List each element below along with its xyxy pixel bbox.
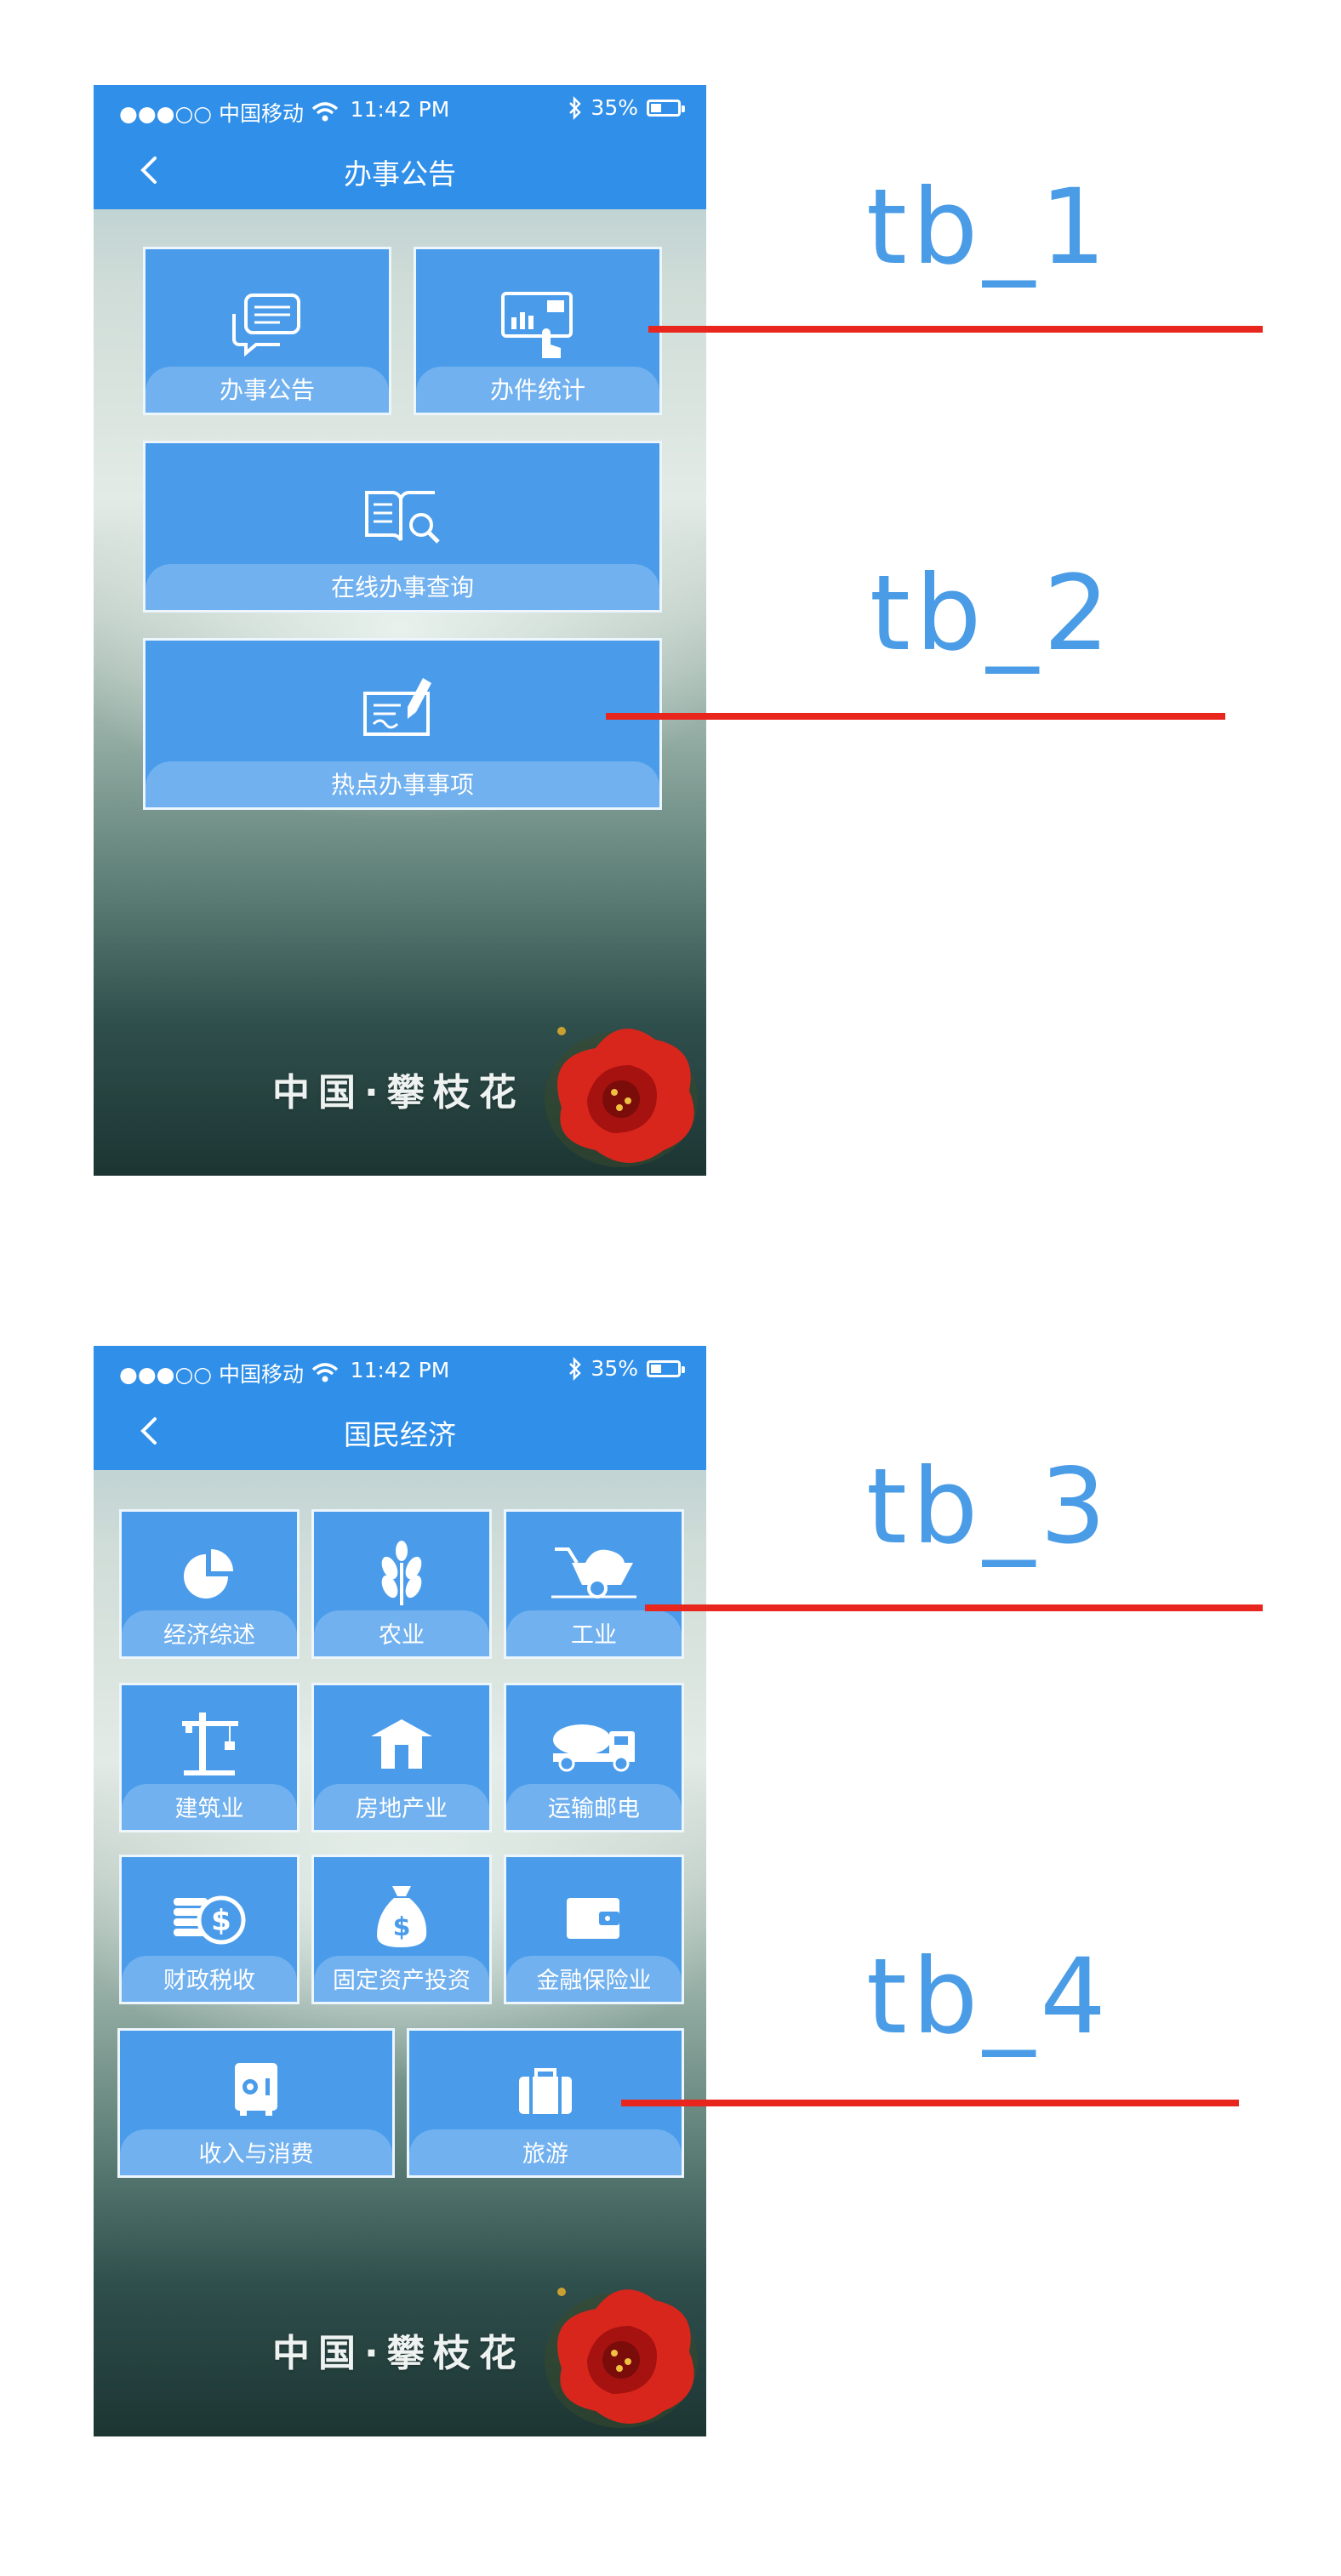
stats-touch-icon bbox=[501, 292, 573, 358]
tile-label: 办事公告 bbox=[219, 376, 315, 404]
tile-agriculture[interactable]: 农业 bbox=[311, 1509, 492, 1659]
annotation-tb-2: tb_2 bbox=[870, 553, 1115, 674]
nav-bar: 国民经济 bbox=[94, 1393, 706, 1470]
certificate-pen-icon bbox=[363, 678, 431, 736]
page-title: 国民经济 bbox=[344, 1418, 456, 1451]
tile-economy-overview[interactable]: 经济综述 bbox=[119, 1509, 300, 1659]
tile-fixed-assets[interactable]: $ 固定资产投资 bbox=[311, 1855, 492, 2004]
tile-label: 经济综述 bbox=[163, 1622, 255, 1649]
annotation-line-3 bbox=[645, 1604, 1263, 1611]
status-bar: ●●●○○ 中国移动 11:42 PM 35% bbox=[94, 1346, 706, 1393]
tile-label: 办件统计 bbox=[489, 376, 585, 404]
tile-label: 运输邮电 bbox=[548, 1796, 640, 1822]
tile-income-consumption[interactable]: 收入与消费 bbox=[117, 2028, 395, 2178]
wheat-icon bbox=[381, 1541, 422, 1605]
tile-transport-post[interactable]: 运输邮电 bbox=[504, 1683, 684, 1832]
status-right: 35% bbox=[568, 1356, 685, 1381]
tile-label: 工业 bbox=[571, 1622, 617, 1649]
tile-financial-insurance[interactable]: 金融保险业 bbox=[504, 1855, 684, 2004]
tile-notices[interactable]: 办事公告 bbox=[143, 247, 391, 415]
brand-text: 中国·攀枝花 bbox=[272, 2332, 525, 2375]
tile-label: 收入与消费 bbox=[198, 2141, 314, 2168]
battery-icon bbox=[647, 1359, 685, 1377]
cement-truck-icon bbox=[553, 1724, 635, 1772]
annotation-line-4 bbox=[621, 2100, 1239, 2106]
tile-label: 房地产业 bbox=[356, 1796, 448, 1822]
annotation-line-2 bbox=[606, 713, 1225, 720]
tile-online-query[interactable]: 在线办事查询 bbox=[143, 441, 662, 613]
safe-icon bbox=[235, 2063, 277, 2116]
tile-label: 农业 bbox=[379, 1622, 425, 1649]
kapok-flower-image bbox=[545, 1027, 698, 1167]
battery-icon bbox=[647, 99, 685, 117]
svg-text:$: $ bbox=[211, 1904, 231, 1938]
tile-statistics[interactable]: 办件统计 bbox=[414, 247, 662, 415]
battery-percent: 35% bbox=[591, 1356, 638, 1381]
annotation-tb-4: tb_4 bbox=[866, 1936, 1111, 2057]
money-bag-icon: $ bbox=[377, 1886, 427, 1947]
coins-dollar-icon: $ bbox=[174, 1895, 246, 1945]
svg-text:$: $ bbox=[393, 1912, 411, 1942]
status-right: 35% bbox=[568, 95, 685, 120]
kapok-flower-image bbox=[545, 2288, 698, 2428]
phone-screen-1: ●●●○○ 中国移动 11:42 PM 35% 办事公告 办事公告 办件统计 在… bbox=[94, 85, 706, 1176]
chat-bubbles-icon bbox=[232, 294, 300, 356]
status-bar: ●●●○○ 中国移动 11:42 PM 35% bbox=[94, 85, 706, 133]
pie-chart-icon bbox=[184, 1549, 233, 1599]
tile-label: 在线办事查询 bbox=[330, 573, 474, 601]
bluetooth-icon bbox=[569, 1356, 582, 1381]
nav-bar: 办事公告 bbox=[94, 133, 706, 209]
tile-industry[interactable]: 工业 bbox=[504, 1509, 684, 1659]
book-search-icon bbox=[365, 491, 440, 544]
tile-label: 固定资产投资 bbox=[333, 1968, 471, 1994]
tile-label: 财政税收 bbox=[163, 1968, 255, 1994]
tile-label: 旅游 bbox=[522, 2141, 568, 2168]
crane-icon bbox=[182, 1713, 238, 1775]
bluetooth-icon bbox=[569, 95, 582, 120]
brand-text: 中国·攀枝花 bbox=[272, 1071, 525, 1114]
annotation-tb-3: tb_3 bbox=[866, 1446, 1111, 1567]
phone-screen-2: ●●●○○ 中国移动 11:42 PM 35% 国民经济 经济综述 农业 工业 … bbox=[94, 1346, 706, 2436]
tile-label: 热点办事事项 bbox=[330, 771, 474, 799]
page-title: 办事公告 bbox=[344, 157, 456, 191]
tile-real-estate[interactable]: 房地产业 bbox=[311, 1683, 492, 1832]
wheelbarrow-icon bbox=[551, 1547, 636, 1599]
tile-finance-tax[interactable]: $ 财政税收 bbox=[119, 1855, 300, 2004]
house-icon bbox=[371, 1719, 432, 1769]
annotation-tb-1: tb_1 bbox=[866, 167, 1111, 288]
wallet-icon bbox=[567, 1898, 619, 1939]
tile-construction[interactable]: 建筑业 bbox=[119, 1683, 300, 1832]
tile-label: 建筑业 bbox=[174, 1796, 244, 1822]
tile-label: 金融保险业 bbox=[536, 1968, 652, 1994]
tile-hot-services[interactable]: 热点办事事项 bbox=[143, 638, 662, 810]
battery-percent: 35% bbox=[591, 95, 638, 120]
suitcase-icon bbox=[519, 2068, 572, 2114]
annotation-line-1 bbox=[648, 326, 1263, 333]
